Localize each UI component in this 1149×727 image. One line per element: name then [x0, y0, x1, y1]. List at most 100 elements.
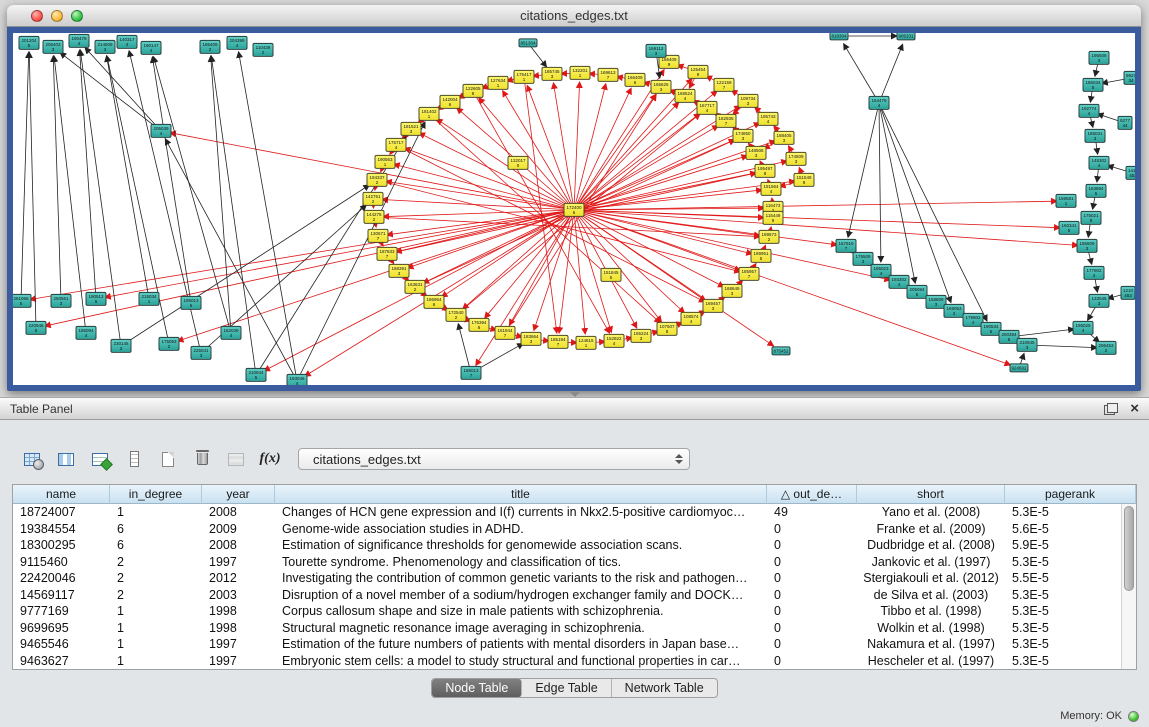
- table-cell[interactable]: 18300295: [13, 537, 110, 554]
- column-header[interactable]: year: [202, 485, 275, 504]
- graph-node[interactable]: 924502: [1009, 363, 1028, 372]
- graph-node[interactable]: 818304: [829, 33, 848, 41]
- graph-node[interactable]: 1595811: [1056, 194, 1077, 208]
- table-cell[interactable]: Corpus callosum shape and size in male p…: [275, 603, 767, 620]
- graph-node[interactable]: 2209465: [26, 321, 47, 335]
- close-window-button[interactable]: [31, 10, 43, 22]
- graph-node[interactable]: 1519447: [495, 326, 516, 340]
- table-cell[interactable]: 1: [110, 504, 202, 521]
- table-cell[interactable]: de Silva et al. (2003): [857, 587, 1005, 604]
- graph-node[interactable]: 1750932: [159, 337, 180, 351]
- table-scrollbar-thumb[interactable]: [1124, 506, 1134, 591]
- import-table-icon[interactable]: [222, 446, 250, 472]
- table-cell[interactable]: Tourette syndrome. Phenomenology and cla…: [275, 554, 767, 571]
- tab-node-table[interactable]: Node Table: [432, 679, 522, 697]
- graph-node[interactable]: 1677174: [697, 101, 718, 115]
- graph-node[interactable]: 1883913: [389, 264, 410, 278]
- graph-node[interactable]: 1899515: [751, 249, 772, 263]
- graph-node[interactable]: 1690533: [944, 304, 965, 318]
- graph-node[interactable]: 1686493: [722, 284, 743, 298]
- table-cell[interactable]: 18724007: [13, 504, 110, 521]
- table-selector-dropdown[interactable]: citations_edges.txt: [298, 448, 690, 470]
- table-cell[interactable]: 1: [110, 620, 202, 637]
- graph-node[interactable]: 1694573: [703, 299, 724, 313]
- table-cell[interactable]: 9463627: [13, 653, 110, 670]
- graph-node[interactable]: 2150341: [139, 292, 160, 306]
- table-cell[interactable]: 5.3E-5: [1005, 504, 1136, 521]
- graph-node[interactable]: 1515499: [794, 173, 815, 187]
- graph-node[interactable]: 2109445: [246, 368, 267, 382]
- table-cell[interactable]: 0: [767, 554, 857, 571]
- graph-node[interactable]: 1691123: [646, 44, 667, 58]
- table-cell[interactable]: Franke et al. (2009): [857, 521, 1005, 538]
- graph-node[interactable]: 1930464: [287, 374, 308, 385]
- table-cell[interactable]: 1: [110, 603, 202, 620]
- table-row[interactable]: 1456911722003Disruption of a novel membe…: [13, 587, 1136, 604]
- graph-node[interactable]: 1724006: [564, 203, 585, 217]
- table-cell[interactable]: 9465546: [13, 636, 110, 653]
- graph-node[interactable]: 1895732: [759, 230, 780, 244]
- graph-node[interactable]: 1320170: [508, 156, 529, 170]
- table-cell[interactable]: 5.3E-5: [1005, 636, 1136, 653]
- graph-node[interactable]: 875452: [771, 346, 790, 355]
- graph-node[interactable]: 905331: [896, 33, 915, 41]
- graph-node[interactable]: 1950136: [181, 296, 202, 310]
- table-cell[interactable]: 0: [767, 570, 857, 587]
- graph-node[interactable]: 1518455: [601, 268, 622, 282]
- graph-node[interactable]: 1603415: [1059, 221, 1080, 235]
- graph-node[interactable]: 2610665: [13, 294, 32, 308]
- graph-node[interactable]: 1904794: [69, 34, 90, 48]
- column-header[interactable]: name: [13, 485, 110, 504]
- minimize-window-button[interactable]: [51, 10, 63, 22]
- table-cell[interactable]: 5.9E-5: [1005, 537, 1136, 554]
- column-header[interactable]: pagerank: [1005, 485, 1136, 504]
- graph-node[interactable]: 1878337: [377, 247, 398, 261]
- graph-node[interactable]: 1552243: [631, 329, 652, 343]
- table-row[interactable]: 911546021997Tourette syndrome. Phenomeno…: [13, 554, 1136, 571]
- table-cell[interactable]: 1997: [202, 653, 275, 670]
- table-scrollbar-track[interactable]: [1121, 504, 1136, 669]
- table-cell[interactable]: 1: [110, 653, 202, 670]
- graph-node[interactable]: 1154499: [763, 211, 784, 225]
- graph-node[interactable]: 1954978: [755, 164, 776, 178]
- graph-node[interactable]: 1815213: [401, 122, 422, 136]
- graph-node[interactable]: 1085744: [681, 312, 702, 326]
- row-height-icon[interactable]: [120, 446, 148, 472]
- graph-node[interactable]: 1620394: [221, 326, 242, 340]
- graph-node[interactable]: 1901474: [141, 41, 162, 55]
- graph-node[interactable]: 1814021: [419, 107, 440, 121]
- table-cell[interactable]: 2: [110, 587, 202, 604]
- graph-node[interactable]: 2505613: [51, 294, 72, 308]
- graph-node[interactable]: 2145093: [95, 40, 116, 54]
- table-cell[interactable]: Wolkin et al. (1998): [857, 620, 1005, 637]
- graph-node[interactable]: 1905135: [86, 292, 107, 306]
- graph-node[interactable]: 1851947: [548, 335, 569, 349]
- table-cell[interactable]: Dudbridge et al. (2008): [857, 537, 1005, 554]
- graph-node[interactable]: 2050394: [151, 124, 172, 138]
- table-cell[interactable]: Disruption of a novel member of a sodium…: [275, 587, 767, 604]
- table-cell[interactable]: 0: [767, 537, 857, 554]
- table-cell[interactable]: 6: [110, 537, 202, 554]
- window-titlebar[interactable]: citations_edges.txt: [7, 5, 1141, 27]
- column-header[interactable]: short: [857, 485, 1005, 504]
- table-cell[interactable]: 0: [767, 603, 857, 620]
- graph-node[interactable]: 2043994: [227, 36, 248, 50]
- graph-node[interactable]: 1529224: [604, 334, 625, 348]
- table-cell[interactable]: Hescheler et al. (1997): [857, 653, 1005, 670]
- graph-node[interactable]: 2301453: [111, 339, 132, 353]
- table-mode-icon[interactable]: [18, 446, 46, 472]
- edit-columns-icon[interactable]: [86, 446, 114, 472]
- table-cell[interactable]: 9115460: [13, 554, 110, 571]
- table-cell[interactable]: 0: [767, 587, 857, 604]
- table-cell[interactable]: 2008: [202, 537, 275, 554]
- table-cell[interactable]: 0: [767, 636, 857, 653]
- graph-node[interactable]: 851304: [518, 38, 537, 47]
- table-cell[interactable]: 5.3E-5: [1005, 587, 1136, 604]
- graph-node[interactable]: 1104392: [253, 43, 274, 57]
- table-cell[interactable]: 5.3E-5: [1005, 554, 1136, 571]
- graph-node[interactable]: 1419453: [1126, 166, 1136, 180]
- graph-node[interactable]: 1779024: [1084, 266, 1105, 280]
- show-columns-icon[interactable]: [52, 446, 80, 472]
- table-cell[interactable]: 1: [110, 636, 202, 653]
- graph-node[interactable]: 1636312: [405, 280, 426, 294]
